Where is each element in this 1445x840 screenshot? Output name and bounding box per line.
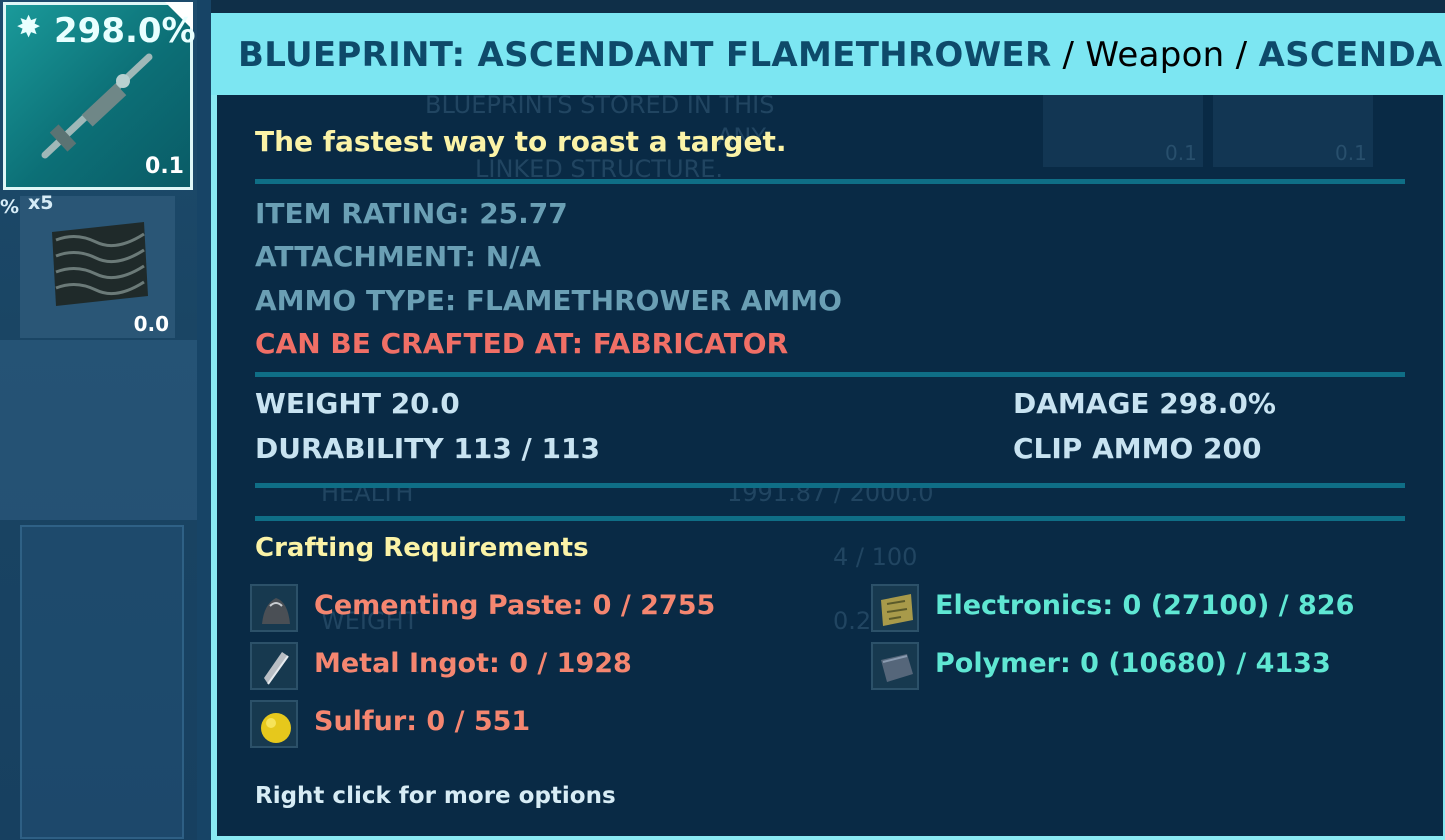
- requirement-cementing-paste: Cementing Paste: 0 / 2755: [250, 584, 770, 636]
- requirement-label: Polymer: 0 (10680) / 4133: [935, 648, 1331, 679]
- crafted-at: CAN BE CRAFTED AT: FABRICATOR: [255, 327, 789, 360]
- ammo-type: AMMO TYPE: FLAMETHROWER AMMO: [255, 284, 842, 317]
- damage-stat: DAMAGE 298.0%: [1013, 387, 1276, 420]
- requirement-polymer: Polymer: 0 (10680) / 4133: [871, 642, 1411, 694]
- background-text: 0.2: [833, 607, 872, 635]
- divider: [255, 179, 1405, 184]
- divider: [255, 516, 1405, 521]
- sulfur-icon: [250, 700, 298, 748]
- flamethrower-icon: [41, 53, 153, 159]
- durability-stat: DURABILITY 113 / 113: [255, 432, 600, 465]
- metal-ingot-icon: [250, 642, 298, 690]
- slot-quality-percent: 298.0%: [54, 11, 196, 51]
- divider: [255, 483, 1405, 488]
- crafting-requirements-title: Crafting Requirements: [255, 533, 589, 563]
- title-separator: /: [1224, 35, 1259, 75]
- inventory-background-panel: [0, 340, 197, 520]
- electronics-icon: [871, 584, 919, 632]
- weight-stat: WEIGHT 20.0: [255, 387, 460, 420]
- requirement-label: Cementing Paste: 0 / 2755: [314, 590, 716, 621]
- item-quality: ASCENDANT: [1258, 35, 1445, 75]
- item-name: BLUEPRINT: ASCENDANT FLAMETHROWER: [238, 35, 1052, 75]
- item-title: BLUEPRINT: ASCENDANT FLAMETHROWER / Weap…: [238, 35, 1445, 75]
- cementing-paste-icon: [250, 584, 298, 632]
- requirement-metal-ingot: Metal Ingot: 0 / 1928: [250, 642, 770, 694]
- quality-star-icon: ✸: [16, 10, 42, 45]
- edge-percent: %: [0, 196, 20, 218]
- inventory-slot-flamethrower[interactable]: ✸ 298.0% 0.1: [3, 2, 196, 190]
- attachment: ATTACHMENT: N/A: [255, 240, 542, 273]
- background-text: 0.1: [1165, 141, 1197, 165]
- item-type: Weapon: [1085, 35, 1225, 75]
- chitin-icon: [52, 222, 148, 306]
- item-rating: ITEM RATING: 25.77: [255, 197, 568, 230]
- divider: [197, 0, 211, 840]
- slot-weight: 0.1: [145, 154, 184, 179]
- background-text: 4 / 100: [833, 543, 918, 571]
- right-click-hint: Right click for more options: [255, 783, 616, 809]
- tooltip-title-bar: BLUEPRINT: ASCENDANT FLAMETHROWER / Weap…: [211, 13, 1445, 95]
- requirement-label: Electronics: 0 (27100) / 826: [935, 590, 1355, 621]
- requirement-sulfur: Sulfur: 0 / 551: [250, 700, 770, 752]
- slot-weight: 0.0: [133, 312, 169, 336]
- divider: [255, 372, 1405, 377]
- inventory-slot-chitin[interactable]: x5 0.0: [20, 192, 175, 338]
- slot-count: x5: [28, 192, 54, 214]
- tooltip-body: BLUEPRINTS STORED IN THIS ANY LINKED STR…: [217, 95, 1443, 836]
- background-text: BLUEPRINTS STORED IN THIS: [425, 95, 775, 119]
- clip-ammo-stat: CLIP AMMO 200: [1013, 432, 1262, 465]
- polymer-icon: [871, 642, 919, 690]
- inventory-background-panel: [20, 525, 184, 839]
- requirement-label: Metal Ingot: 0 / 1928: [314, 648, 632, 679]
- background-text: 0.1: [1335, 141, 1367, 165]
- item-tooltip: BLUEPRINT: ASCENDANT FLAMETHROWER / Weap…: [211, 13, 1445, 840]
- title-separator: /: [1051, 35, 1086, 75]
- item-description: The fastest way to roast a target.: [255, 125, 787, 158]
- requirement-electronics: Electronics: 0 (27100) / 826: [871, 584, 1411, 636]
- requirement-label: Sulfur: 0 / 551: [314, 706, 531, 737]
